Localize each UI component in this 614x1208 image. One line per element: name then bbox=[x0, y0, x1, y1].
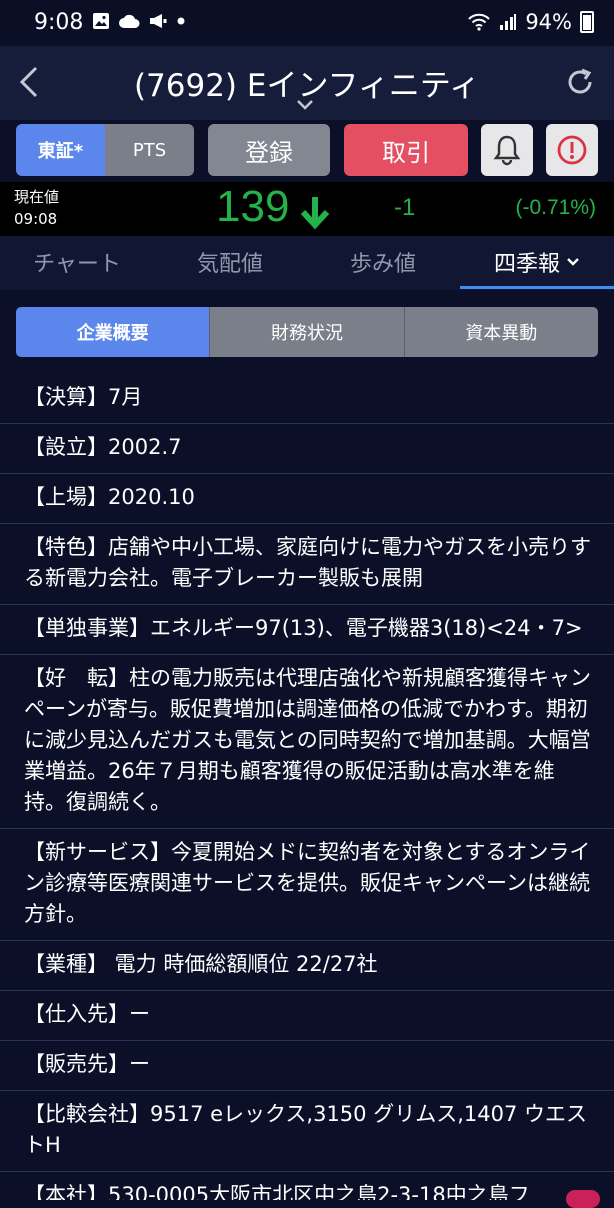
register-button[interactable]: 登録 bbox=[208, 124, 330, 176]
list-item-outlook: 【好 転】柱の電力販売は代理店強化や新規顧客獲得キャンペーンが寄与。販促費増加は… bbox=[0, 655, 614, 829]
refresh-icon[interactable] bbox=[564, 66, 596, 98]
list-item-listed: 【上場】2020.10 bbox=[0, 474, 614, 524]
price-change-percent: (-0.71%) bbox=[515, 196, 596, 219]
list-item-segments: 【単独事業】エネルギー97(13)、電子機器3(18)<24・7> bbox=[0, 605, 614, 655]
list-item-peers: 【比較会社】9517 eレックス,3150 グリムス,1407 ウエストH bbox=[0, 1091, 614, 1172]
signal-icon bbox=[499, 13, 517, 31]
market-toggle: 東証* PTS bbox=[16, 124, 194, 176]
subtab-capital-changes[interactable]: 資本異動 bbox=[403, 307, 598, 357]
chevron-down-icon[interactable] bbox=[295, 98, 315, 112]
company-overview-content[interactable]: 【決算】7月 【設立】2002.7 【上場】2020.10 【特色】店舗や中小工… bbox=[0, 370, 614, 1200]
list-item-founded: 【設立】2002.7 bbox=[0, 424, 614, 474]
image-icon bbox=[93, 13, 109, 29]
list-item-suppliers: 【仕入先】ー bbox=[0, 991, 614, 1041]
price-change: -1 bbox=[394, 194, 416, 221]
megaphone-icon bbox=[150, 14, 167, 28]
subtab-financials[interactable]: 財務状況 bbox=[209, 307, 404, 357]
current-price-time: 09:08 bbox=[14, 210, 58, 228]
active-tab-indicator bbox=[460, 286, 614, 289]
floating-indicator bbox=[566, 1190, 600, 1208]
list-item-customers: 【販売先】ー bbox=[0, 1041, 614, 1091]
status-notification-icons bbox=[92, 12, 186, 30]
tab-trades[interactable]: 歩み値 bbox=[306, 236, 460, 288]
battery-percentage: 94% bbox=[525, 10, 572, 34]
current-price-label: 現在値 09:08 bbox=[14, 186, 59, 230]
tab-chart[interactable]: チャート bbox=[0, 236, 154, 288]
current-price-value: 139 bbox=[216, 182, 290, 231]
app-header: (7692) Eインフィニティ bbox=[0, 46, 614, 120]
action-button-row: 東証* PTS 登録 取引 bbox=[0, 120, 614, 182]
info-button[interactable] bbox=[546, 124, 598, 176]
down-arrow-icon bbox=[300, 197, 330, 230]
info-icon bbox=[557, 135, 587, 165]
list-item-industry: 【業種】 電力 時価総額順位 22/27社 bbox=[0, 941, 614, 991]
list-item-new-service: 【新サービス】今夏開始メドに契約者を対象とするオンライン診療等医療関連サービスを… bbox=[0, 829, 614, 941]
status-bar: 9:08 94% bbox=[0, 0, 614, 46]
dot-icon bbox=[177, 17, 185, 25]
subtabs: 企業概要 財務状況 資本異動 bbox=[16, 307, 598, 357]
battery-icon bbox=[580, 11, 594, 33]
subtab-company-overview[interactable]: 企業概要 bbox=[16, 307, 210, 357]
current-price-label-title: 現在値 bbox=[14, 188, 60, 206]
market-tse-button[interactable]: 東証* bbox=[16, 124, 105, 176]
tab-shikiho-label: 四季報 bbox=[493, 252, 560, 277]
chevron-down-icon bbox=[567, 258, 579, 266]
list-item-headquarters: 【本社】530-0005大阪市北区中之島2-3-18中之島フ bbox=[0, 1172, 614, 1200]
subtabs-area: 企業概要 財務状況 資本異動 bbox=[0, 290, 614, 370]
list-item-features: 【特色】店舗や中小工場、家庭向けに電力やガスを小売りする新電力会社。電子ブレーカ… bbox=[0, 524, 614, 605]
market-pts-button[interactable]: PTS bbox=[105, 124, 194, 176]
back-arrow-icon[interactable] bbox=[14, 64, 44, 100]
tab-shikiho[interactable]: 四季報 bbox=[460, 236, 614, 288]
wifi-icon bbox=[467, 12, 491, 32]
status-system-icons: 94% bbox=[467, 10, 594, 34]
list-item-fiscal-month: 【決算】7月 bbox=[0, 374, 614, 424]
cloud-icon bbox=[119, 14, 140, 28]
status-time: 9:08 bbox=[34, 10, 84, 35]
alert-button[interactable] bbox=[481, 124, 533, 176]
main-tabs: チャート 気配値 歩み値 四季報 bbox=[0, 236, 614, 290]
bell-icon bbox=[493, 135, 521, 166]
trade-button[interactable]: 取引 bbox=[344, 124, 468, 176]
price-row: 現在値 09:08 139 -1 (-0.71%) bbox=[0, 182, 614, 236]
tab-quotes[interactable]: 気配値 bbox=[153, 236, 307, 288]
